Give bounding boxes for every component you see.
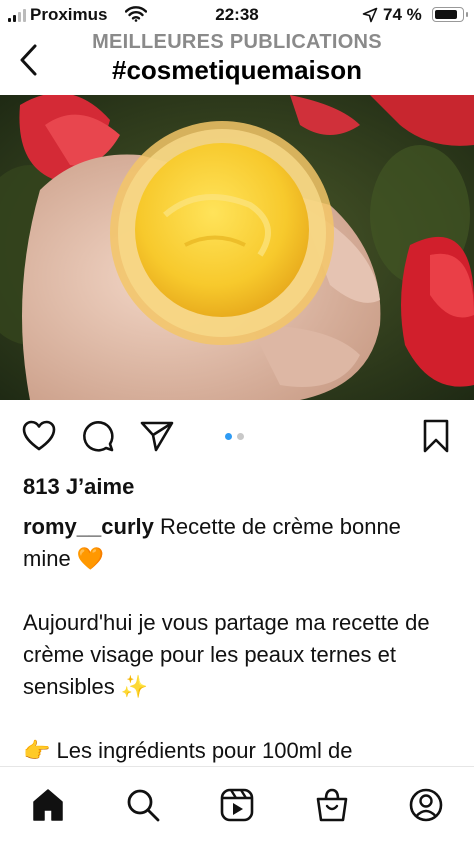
home-icon[interactable] (30, 787, 66, 823)
send-icon[interactable] (139, 418, 175, 454)
shop-icon[interactable] (314, 787, 350, 823)
post-image[interactable] (0, 95, 474, 400)
carousel-dot (237, 433, 244, 440)
hashtag-title: #cosmetiquemaison (112, 55, 362, 85)
search-icon[interactable] (125, 787, 161, 823)
caption-line: 👉 Les ingrédients pour 100ml de (23, 738, 353, 763)
battery-percentage: 74 % (383, 5, 422, 24)
reels-icon[interactable] (219, 787, 255, 823)
post-actions (0, 412, 474, 460)
caption-username[interactable]: romy__curly (23, 514, 154, 539)
bookmark-icon[interactable] (418, 418, 454, 454)
status-bar: Proximus 22:38 74 % (0, 0, 474, 30)
battery-icon (432, 7, 468, 22)
carousel-indicator (225, 433, 244, 440)
profile-icon[interactable] (408, 787, 444, 823)
caption-line: Aujourd'hui je vous partage ma recette d… (23, 610, 430, 699)
location-arrow-icon (362, 7, 378, 23)
bottom-tab-bar (0, 766, 474, 842)
comment-icon[interactable] (80, 418, 116, 454)
header-subtitle: MEILLEURES PUBLICATIONS (92, 31, 382, 53)
heart-icon[interactable] (21, 418, 57, 454)
like-count[interactable]: 813 J’aime (23, 474, 134, 500)
post-caption: romy__curly Recette de crème bonne mine … (23, 511, 453, 767)
carousel-dot-active (225, 433, 232, 440)
post-photo-drawing (0, 95, 474, 400)
